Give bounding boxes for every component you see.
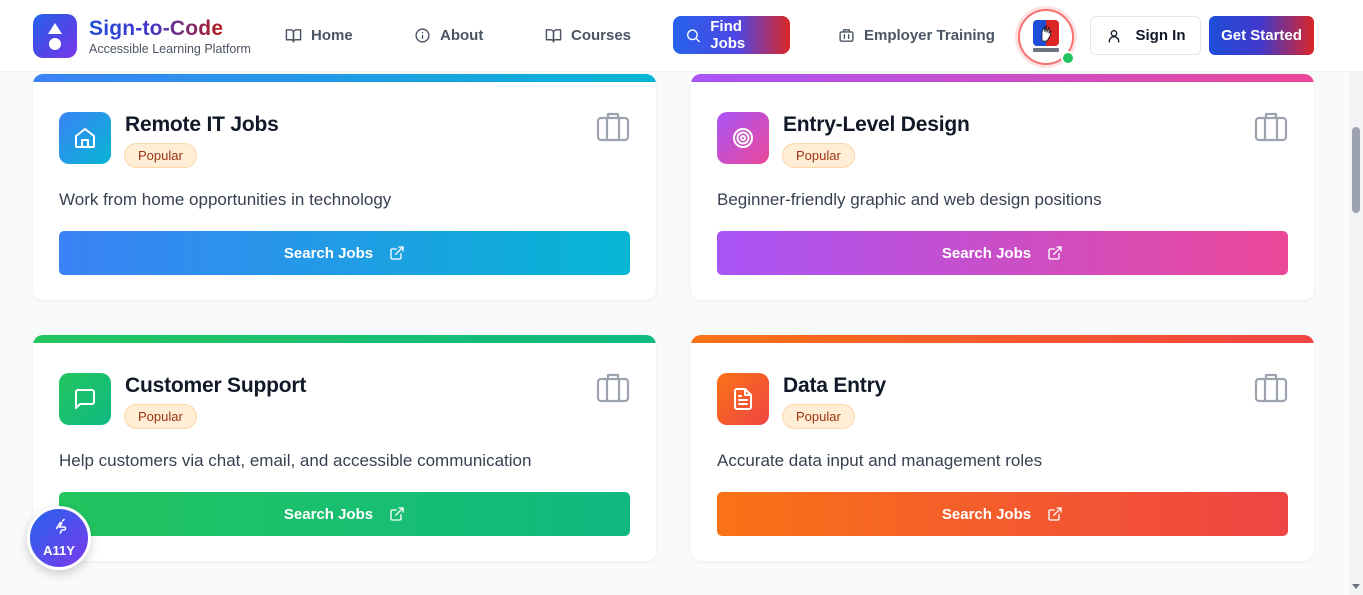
search-jobs-label: Search Jobs <box>941 505 1032 523</box>
card-title: Data Entry <box>783 374 887 397</box>
brand-subtitle: Accessible Learning Platform <box>89 42 251 56</box>
logo-icon[interactable] <box>33 14 77 58</box>
card-icon-tile <box>59 373 111 425</box>
job-card-customer-support: Customer Support Popular Help customers … <box>33 335 656 561</box>
info-icon <box>415 27 430 43</box>
external-link-icon <box>1048 246 1062 260</box>
search-jobs-label: Search Jobs <box>283 244 374 262</box>
nav-home-label: Home <box>311 26 353 44</box>
nav-about-label: About <box>440 26 484 44</box>
briefcase-icon <box>596 110 630 142</box>
search-jobs-label: Search Jobs <box>283 505 374 523</box>
nav-employer-training-label: Employer Training <box>864 26 995 44</box>
job-card-remote-it: Remote IT Jobs Popular Work from home op… <box>33 74 656 300</box>
search-jobs-button[interactable]: Search Jobs <box>59 492 630 536</box>
card-accent-bar <box>691 335 1314 343</box>
avatar-caption <box>1033 48 1059 52</box>
popular-badge: Popular <box>782 404 855 429</box>
sign-in-label: Sign In <box>1135 27 1186 44</box>
card-icon-tile <box>717 112 769 164</box>
sign-in-button[interactable]: Sign In <box>1090 16 1201 55</box>
card-description: Work from home opportunities in technolo… <box>59 190 392 209</box>
card-title: Remote IT Jobs <box>125 113 279 136</box>
card-description: Help customers via chat, email, and acce… <box>59 451 532 470</box>
card-accent-bar <box>33 74 656 82</box>
nav-courses[interactable]: Courses <box>533 16 643 54</box>
briefcase-icon <box>596 371 630 403</box>
card-description: Beginner-friendly graphic and web design… <box>717 190 1102 209</box>
sign-hand-icon <box>55 518 67 534</box>
accessibility-widget-button[interactable]: A11Y <box>27 506 91 570</box>
briefcase-icon <box>1254 371 1288 403</box>
job-card-data-entry: Data Entry Popular Accurate data input a… <box>691 335 1314 561</box>
external-link-icon <box>390 246 404 260</box>
external-link-icon <box>1048 507 1062 521</box>
search-jobs-button[interactable]: Search Jobs <box>717 231 1288 275</box>
building-icon <box>839 28 854 42</box>
message-square-icon <box>75 389 95 409</box>
file-text-icon <box>734 388 752 410</box>
nav-courses-label: Courses <box>571 26 632 44</box>
top-navbar: Sign-to-Code Accessible Learning Platfor… <box>0 0 1363 72</box>
scroll-down-arrow-icon[interactable] <box>1352 584 1360 589</box>
search-jobs-label: Search Jobs <box>941 244 1032 262</box>
search-jobs-button[interactable]: Search Jobs <box>59 231 630 275</box>
nav-about[interactable]: About <box>402 16 495 54</box>
popular-badge: Popular <box>124 143 197 168</box>
user-icon <box>1108 29 1119 43</box>
hand-icon <box>1041 24 1052 42</box>
nav-find-jobs-label: Find Jobs <box>710 18 746 52</box>
job-card-entry-level-design: Entry-Level Design Popular Beginner-frie… <box>691 74 1314 300</box>
user-avatar[interactable] <box>1018 9 1075 65</box>
search-icon <box>687 28 700 42</box>
brand-title[interactable]: Sign-to-Code <box>89 17 223 41</box>
nav-employer-training[interactable]: Employer Training <box>826 16 1007 54</box>
card-accent-bar <box>33 335 656 343</box>
online-status-dot <box>1061 51 1075 65</box>
card-icon-tile <box>717 373 769 425</box>
card-icon-tile <box>59 112 111 164</box>
book-open-icon <box>545 28 562 43</box>
home-icon <box>75 128 95 148</box>
get-started-button[interactable]: Get Started <box>1209 16 1314 55</box>
card-description: Accurate data input and management roles <box>717 451 1043 470</box>
external-link-icon <box>390 507 404 521</box>
briefcase-icon <box>1254 110 1288 142</box>
popular-badge: Popular <box>782 143 855 168</box>
scrollbar-thumb[interactable] <box>1352 127 1360 213</box>
book-open-icon <box>285 28 302 43</box>
card-accent-bar <box>691 74 1314 82</box>
search-jobs-button[interactable]: Search Jobs <box>717 492 1288 536</box>
nav-find-jobs[interactable]: Find Jobs <box>673 16 790 54</box>
page-scrollbar[interactable] <box>1349 72 1363 595</box>
nav-home[interactable]: Home <box>273 16 365 54</box>
a11y-label: A11Y <box>43 543 75 558</box>
target-icon <box>733 128 753 148</box>
popular-badge: Popular <box>124 404 197 429</box>
card-title: Entry-Level Design <box>783 113 970 136</box>
card-title: Customer Support <box>125 374 307 397</box>
